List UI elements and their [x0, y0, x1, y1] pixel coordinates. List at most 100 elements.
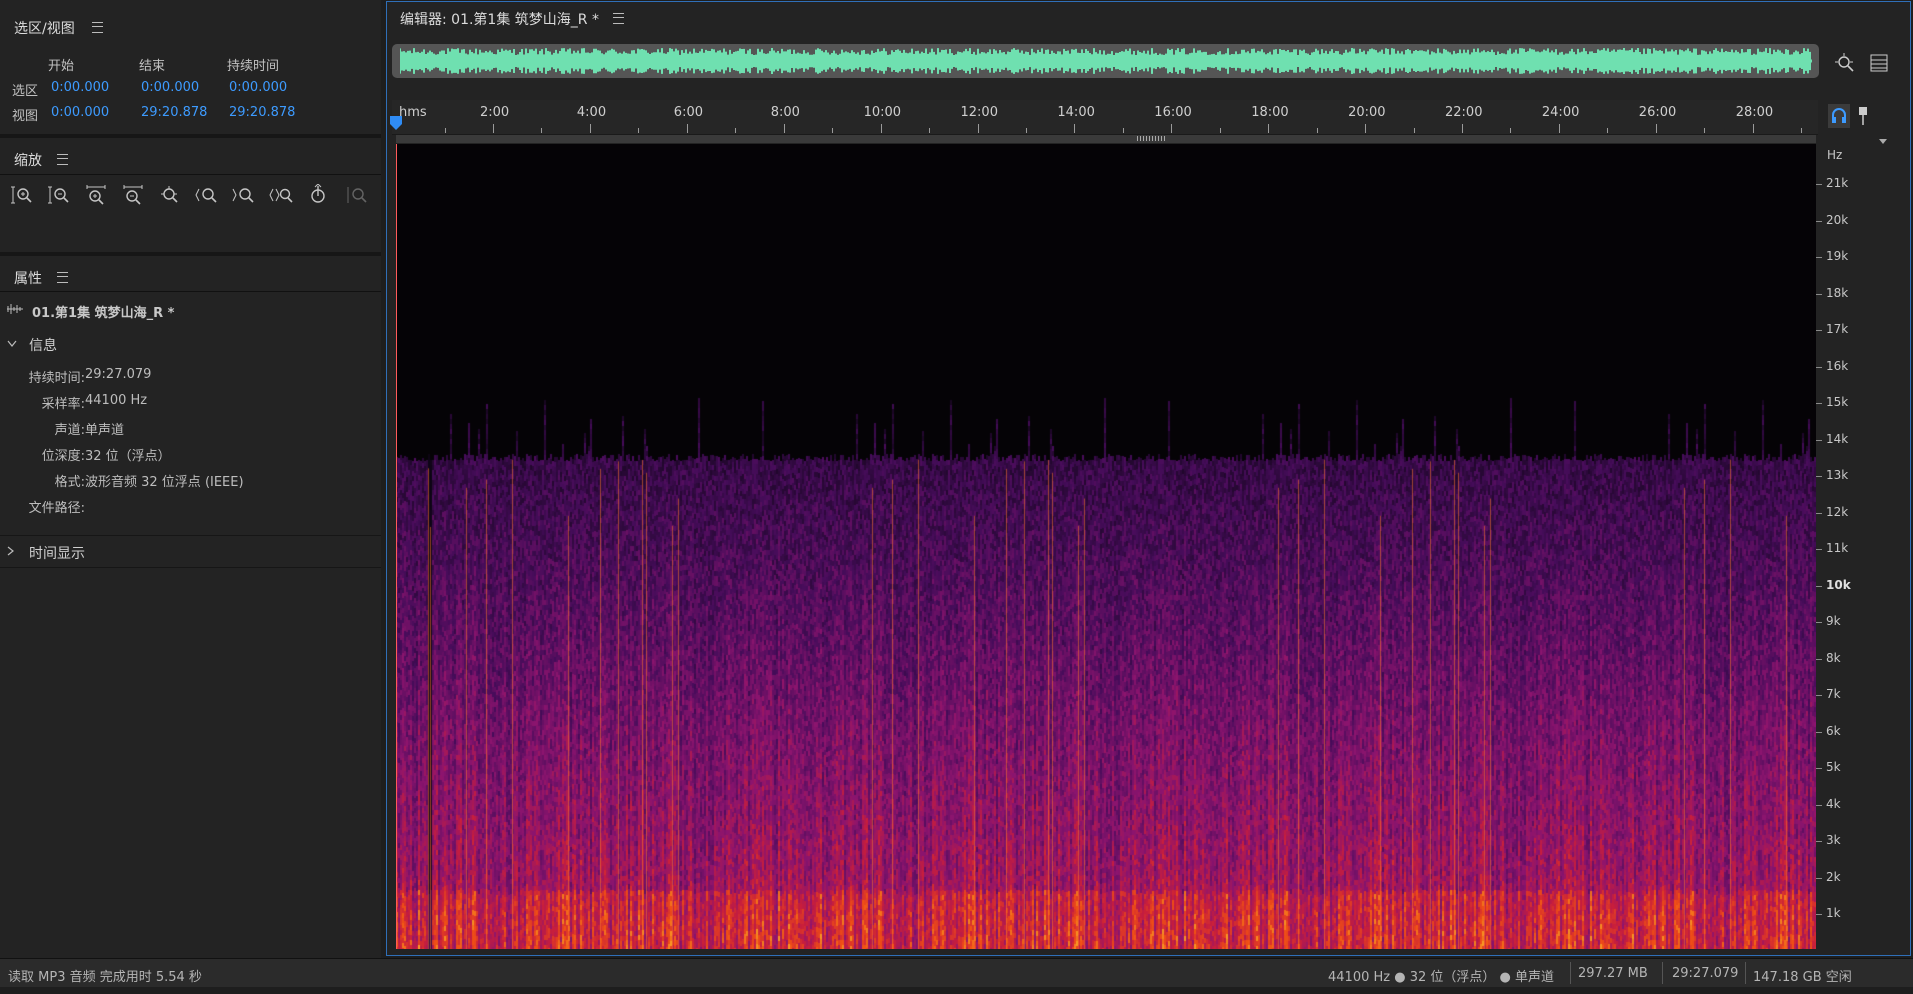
time-display-section-title: 时间显示: [29, 546, 85, 562]
properties-menu-icon[interactable]: [57, 272, 68, 283]
duration-value: 29:27.079: [85, 367, 152, 382]
ruler-time-label: 6:00: [673, 105, 703, 120]
status-free-space: 147.18 GB 空闲: [1753, 970, 1852, 985]
zoom-menu-icon[interactable]: [57, 154, 68, 165]
ruler-time-label: 14:00: [1057, 105, 1095, 120]
ruler-tick: [1462, 124, 1463, 133]
zoom-out-amplitude-button[interactable]: [47, 184, 71, 206]
divider: [0, 567, 381, 568]
col-header-duration: 持续时间: [227, 59, 280, 74]
hz-tick: [1816, 658, 1822, 660]
zoom-panel-header: 缩放: [0, 142, 380, 172]
ruler-tick: [1801, 128, 1803, 133]
zoom-out-full-icon: [269, 188, 293, 203]
chevron-down-icon[interactable]: [1878, 135, 1888, 150]
ruler-tick: [1365, 124, 1367, 133]
ruler-time-label: 10:00: [863, 105, 902, 120]
view-end-value[interactable]: 29:20.878: [141, 105, 207, 120]
view-duration-value[interactable]: 29:20.878: [229, 105, 295, 120]
info-section-title: 信息: [29, 338, 57, 354]
ruler-time-label: 24:00: [1541, 105, 1580, 120]
overview-waveform: [400, 48, 1812, 74]
selection-end-value[interactable]: 0:00.000: [141, 80, 199, 95]
zoom-out-amplitude-icon: [48, 186, 69, 204]
status-divider: [1662, 962, 1663, 984]
hz-label: 17k: [1826, 322, 1849, 336]
zoom-in-amplitude-icon: [11, 186, 32, 204]
hz-label: 20k: [1826, 212, 1849, 227]
zoom-to-selection-button[interactable]: [306, 183, 330, 206]
zoom-out-time-button[interactable]: [121, 184, 145, 206]
horizontal-scroll-bar[interactable]: [396, 135, 1816, 143]
hz-label: 9k: [1826, 614, 1841, 628]
selection-start-value[interactable]: 0:00.000: [51, 80, 109, 95]
editor-tab-title: 编辑器: 01.第1集 筑梦山海_R *: [400, 12, 599, 28]
info-section-header[interactable]: 信息: [0, 327, 381, 357]
ruler-tick: [1025, 128, 1027, 133]
hz-label: 16k: [1826, 358, 1849, 373]
ruler-tick: [686, 124, 688, 133]
ruler-tick: [444, 128, 446, 133]
ruler-time-label: 16:00: [1154, 105, 1192, 120]
zoom-full-icon: [161, 186, 178, 203]
format-label: 格式:: [54, 475, 85, 490]
display-options-icon[interactable]: [1870, 54, 1888, 76]
ruler-tick: [1268, 124, 1270, 133]
hz-tick: [1816, 841, 1822, 842]
channels-label: 声道:: [54, 423, 85, 438]
ruler-tick: [541, 128, 543, 133]
zoom-full-button[interactable]: [158, 184, 182, 206]
ruler-tick: [493, 124, 494, 133]
bit-depth-value: 32 位（浮点）: [85, 449, 171, 464]
zoom-tool-disabled-button[interactable]: [345, 184, 369, 206]
time-display-section-header[interactable]: 时间显示: [0, 536, 381, 566]
editor-tab-menu-icon[interactable]: [613, 13, 624, 24]
zoom-in-left-button[interactable]: [195, 184, 219, 206]
hz-label: 1k: [1826, 906, 1841, 920]
hz-label: 14k: [1826, 431, 1849, 446]
ruler-time-label: 12:00: [960, 105, 998, 120]
pin-icon[interactable]: [1857, 106, 1869, 130]
status-message: 读取 MP3 音频 完成用时 5.54 秒: [8, 970, 202, 985]
channels-value: 单声道: [85, 423, 125, 438]
hz-tick: [1816, 768, 1822, 769]
status-format-info: 44100 Hz ● 32 位（浮点） ● 单声道: [1328, 970, 1554, 985]
file-name: 01.第1集 筑梦山海_R *: [32, 306, 175, 321]
hz-label: 2k: [1826, 869, 1841, 884]
zoom-title: 缩放: [14, 153, 42, 169]
playhead-marker-icon[interactable]: [389, 115, 403, 135]
hz-label: 12k: [1826, 504, 1849, 519]
overview-waveform-frame[interactable]: [392, 44, 1819, 78]
hz-tick: [1816, 330, 1822, 331]
zoom-in-time-button[interactable]: [84, 184, 108, 206]
scroll-grip[interactable]: [1137, 136, 1165, 141]
col-header-start: 开始: [48, 59, 75, 74]
hz-tick: [1816, 731, 1822, 733]
hz-tick: [1816, 476, 1822, 477]
hz-tick: [1816, 403, 1822, 404]
zoom-in-amplitude-button[interactable]: [10, 184, 34, 206]
bit-depth-label: 位深度:: [41, 449, 85, 464]
hz-tick: [1816, 877, 1822, 879]
selection-view-menu-icon[interactable]: [92, 22, 103, 33]
ruler-time-label: 8:00: [770, 105, 800, 120]
spectrogram-view[interactable]: [396, 144, 1816, 949]
zoom-navigator-icon[interactable]: [1834, 52, 1856, 78]
hz-tick: [1816, 184, 1822, 185]
hz-tick: [1816, 257, 1822, 258]
zoom-out-full-button[interactable]: [269, 184, 293, 206]
ruler-tick: [589, 124, 591, 133]
status-divider: [1570, 962, 1571, 984]
selection-duration-value[interactable]: 0:00.000: [229, 80, 287, 95]
ruler-tick: [832, 128, 834, 133]
hz-tick: [1816, 585, 1822, 587]
hz-label: 10k: [1826, 577, 1851, 592]
hz-tick: [1816, 512, 1822, 514]
headphones-icon[interactable]: [1828, 104, 1850, 132]
ruler-time-label: 2:00: [480, 105, 510, 120]
status-divider: [1745, 962, 1746, 984]
hz-tick: [1816, 549, 1822, 550]
zoom-in-right-button[interactable]: [232, 184, 256, 206]
view-start-value[interactable]: 0:00.000: [51, 105, 109, 120]
ruler-tick: [1074, 124, 1076, 133]
